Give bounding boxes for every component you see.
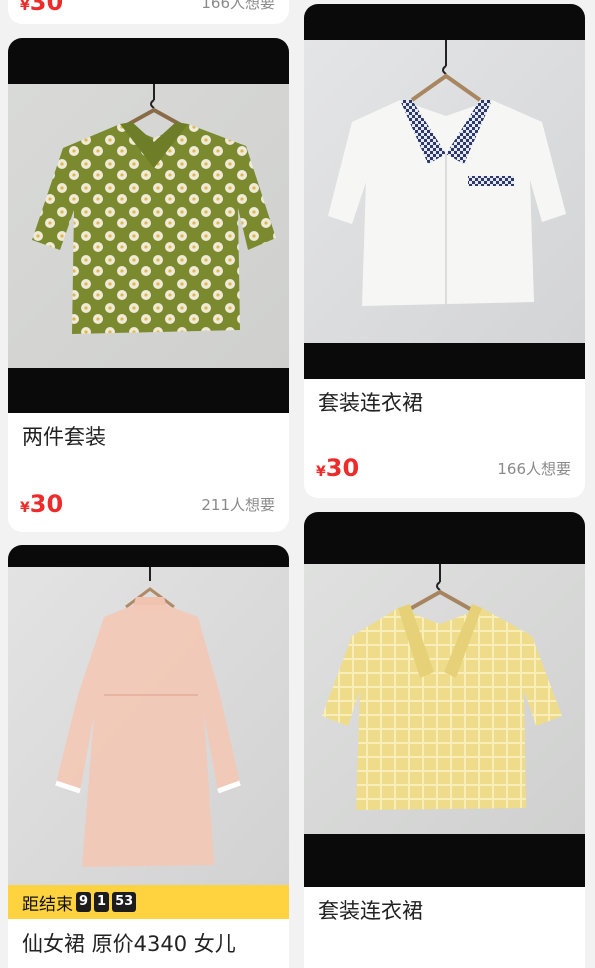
product-card-partial[interactable]: ¥30 166人想要 [8, 0, 289, 24]
product-image[interactable] [304, 512, 585, 887]
product-image[interactable] [8, 545, 289, 885]
countdown-label: 距结束 [22, 894, 73, 915]
product-title: 两件套装 [22, 425, 106, 449]
countdown-seconds: 53 [112, 892, 137, 912]
countdown-bar: 距结束 9 1 53 [8, 885, 289, 919]
countdown-minutes: 1 [94, 892, 110, 912]
product-price: ¥30 [20, 0, 64, 16]
pink-dress-photo [8, 545, 289, 885]
product-title: 仙女裙 原价4340 女儿 [22, 932, 236, 956]
product-card-fairy-dress[interactable]: 距结束 9 1 53 仙女裙 原价4340 女儿 [8, 545, 289, 968]
green-floral-shirt-photo [8, 38, 289, 413]
product-card-two-piece[interactable]: 两件套装 ¥30 211人想要 [8, 38, 289, 532]
product-image[interactable] [8, 38, 289, 413]
white-shirt-photo [304, 4, 585, 379]
product-title: 套装连衣裙 [318, 899, 423, 923]
want-count: 166人想要 [497, 460, 571, 478]
yellow-plaid-shirt-photo [304, 512, 585, 887]
product-price: ¥30 [20, 490, 64, 518]
product-card-yellow-shirt[interactable]: 套装连衣裙 [304, 512, 585, 968]
countdown-hours: 9 [76, 892, 92, 912]
product-title: 套装连衣裙 [318, 391, 423, 415]
product-image[interactable] [304, 4, 585, 379]
want-count: 211人想要 [201, 496, 275, 514]
product-price: ¥30 [316, 454, 360, 482]
product-card-white-shirt[interactable]: 套装连衣裙 ¥30 166人想要 [304, 4, 585, 498]
want-count: 166人想要 [201, 0, 275, 12]
